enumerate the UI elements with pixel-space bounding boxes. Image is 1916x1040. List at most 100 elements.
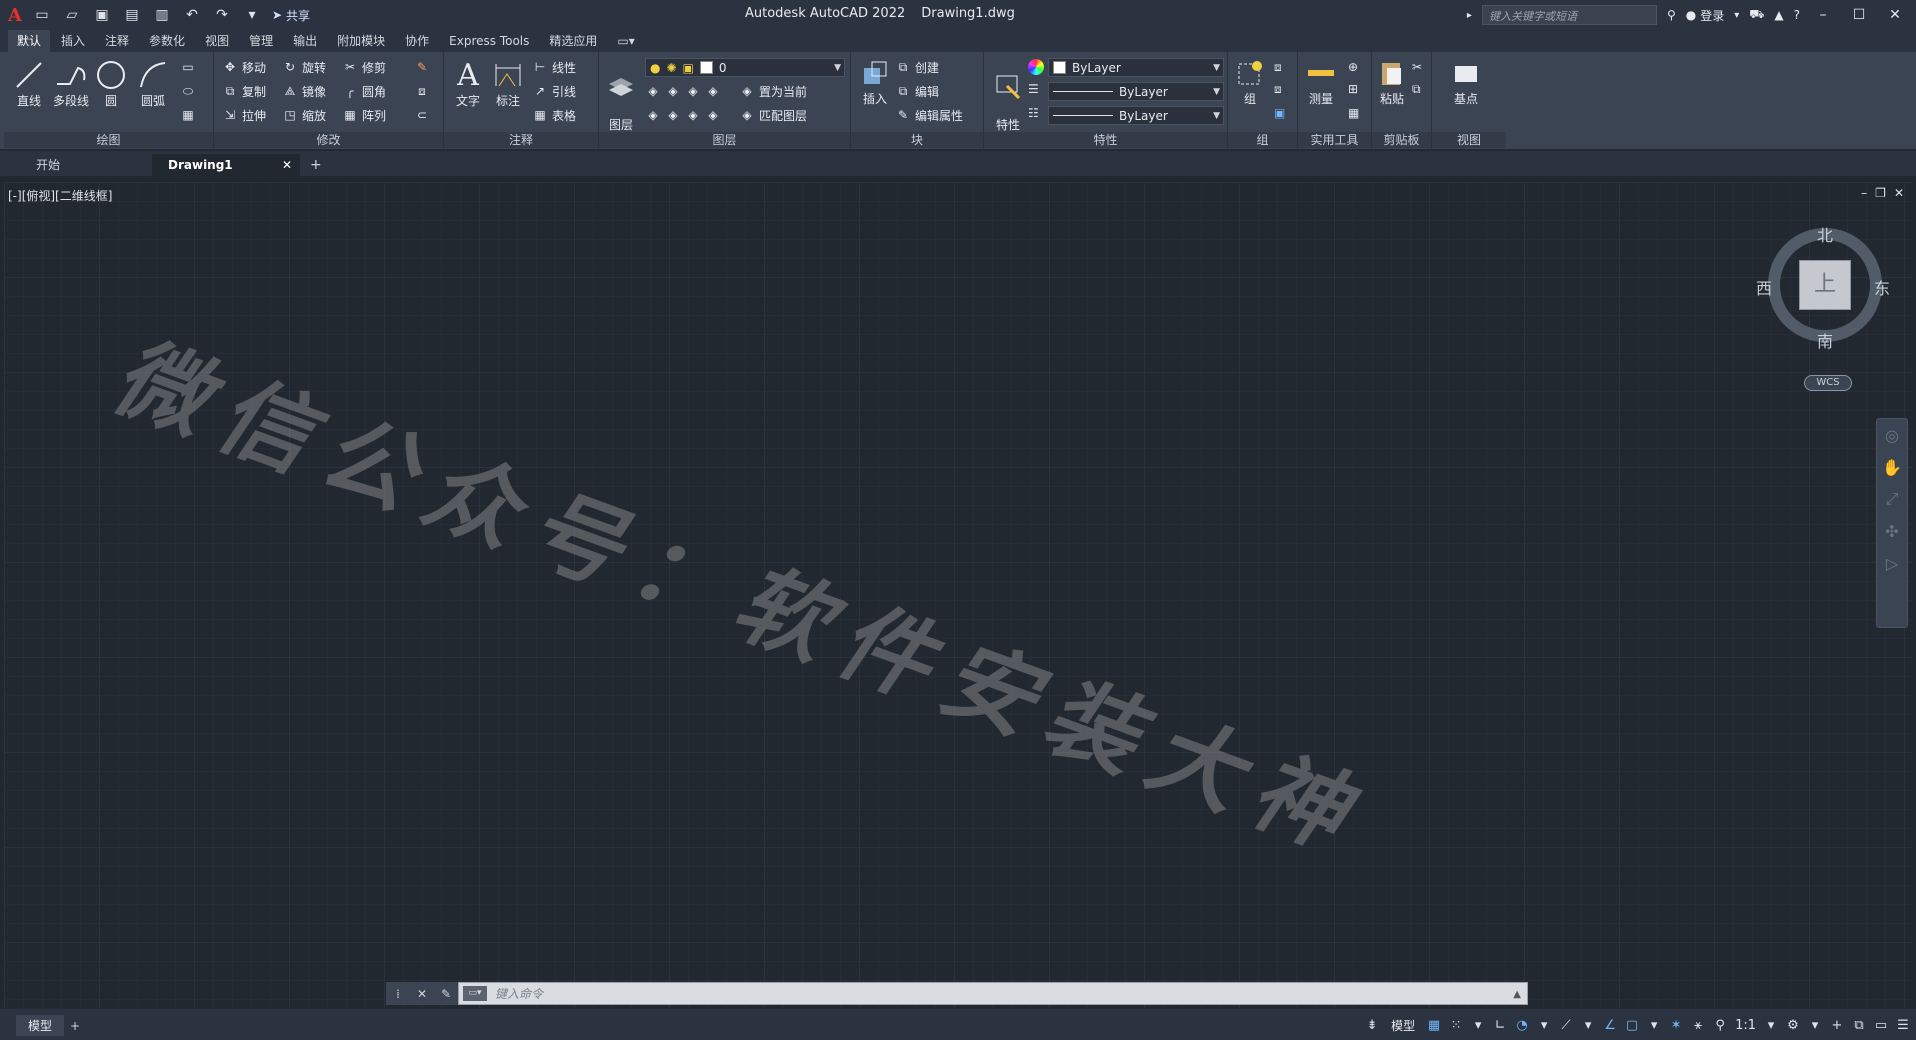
compass-south[interactable]: 南	[1817, 328, 1833, 352]
insert-block-button[interactable]: 插入	[855, 56, 895, 107]
snap-dropdown-icon[interactable]: ▾	[1469, 1014, 1487, 1036]
close-icon[interactable]: ✕	[282, 154, 292, 176]
steering-wheel-icon[interactable]: ◎	[1877, 419, 1907, 451]
panel-draw-title[interactable]: 绘图	[4, 132, 213, 148]
compass-north[interactable]: 北	[1817, 222, 1833, 246]
minimize-button[interactable]: –	[1810, 0, 1836, 30]
command-close-icon[interactable]: ✕	[410, 982, 434, 1005]
isodraft-icon[interactable]: ⟋	[1557, 1014, 1575, 1036]
layer-isolate-icon[interactable]: ◈	[665, 83, 681, 99]
hatch-button[interactable]: ⬭	[180, 82, 196, 100]
workspace-dropdown-icon[interactable]: ▾	[1806, 1014, 1824, 1036]
measure-button[interactable]: 测量	[1300, 56, 1342, 107]
cut-icon[interactable]: ✂	[1412, 60, 1422, 74]
circle-button[interactable]: 圆	[92, 58, 130, 109]
scale-button[interactable]: ◳ 缩放	[282, 106, 326, 124]
polar-dropdown-icon[interactable]: ▾	[1535, 1014, 1553, 1036]
search-chevron-icon[interactable]: ▸	[1467, 10, 1472, 21]
model-space-button[interactable]: 模型	[1385, 1014, 1421, 1036]
save-icon[interactable]: ▣	[92, 5, 112, 25]
lineweight-dropdown[interactable]: ByLayer ▼	[1048, 106, 1224, 125]
id-point-icon[interactable]: ⊕	[1348, 60, 1358, 74]
stretch-button[interactable]: ⇲ 拉伸	[222, 106, 266, 124]
quick-select-icon[interactable]: ⊞	[1348, 82, 1358, 96]
tab-addins[interactable]: 附加模块	[328, 30, 394, 52]
viewport-minimize-button[interactable]: –	[1861, 186, 1867, 200]
maximize-button[interactable]: ☐	[1846, 0, 1872, 30]
clean-screen-icon[interactable]: ▭	[1872, 1014, 1890, 1036]
compass-west[interactable]: 西	[1756, 275, 1772, 299]
search-icon[interactable]: ⚲	[1667, 8, 1676, 22]
linear-dim-button[interactable]: ⊢ 线性	[532, 58, 576, 76]
tab-view[interactable]: 视图	[196, 30, 238, 52]
create-block-button[interactable]: ⧉ 创建	[895, 58, 939, 76]
base-view-button[interactable]: 基点	[1446, 56, 1486, 107]
auto-scale-icon[interactable]: ⚹	[1689, 1014, 1707, 1036]
offset-button[interactable]: ⊂	[414, 106, 430, 124]
edit-attributes-button[interactable]: ✎ 编辑属性	[895, 106, 963, 124]
plot-icon[interactable]: ▥	[152, 5, 172, 25]
tab-featured-apps[interactable]: 精选应用	[540, 30, 606, 52]
grid-icon[interactable]: ▦	[1425, 1014, 1443, 1036]
panel-utilities-title[interactable]: 实用工具	[1298, 132, 1371, 148]
pan-icon[interactable]: ✋	[1877, 451, 1907, 483]
leader-button[interactable]: ↗ 引线	[532, 82, 576, 100]
text-button[interactable]: A 文字	[448, 58, 488, 109]
isolate-objects-icon[interactable]: ⧉	[1850, 1014, 1868, 1036]
copy-button[interactable]: ⧉ 复制	[222, 82, 266, 100]
object-snap-tracking-icon[interactable]: ∠	[1601, 1014, 1619, 1036]
command-customize-icon[interactable]: ✎	[434, 982, 458, 1005]
open-file-icon[interactable]: ▱	[62, 5, 82, 25]
edit-block-button[interactable]: ⧉ 编辑	[895, 82, 939, 100]
layer-thaw-icon[interactable]: ◈	[665, 107, 681, 123]
panel-block-title[interactable]: 块	[851, 132, 983, 148]
tab-insert[interactable]: 插入	[52, 30, 94, 52]
fillet-button[interactable]: ╭ 圆角	[342, 82, 386, 100]
dropdown-icon[interactable]: ▾	[1734, 10, 1739, 21]
dimension-button[interactable]: 标注	[488, 58, 528, 109]
ribbon-options-icon[interactable]: ▭▾	[608, 30, 643, 52]
linetype-dropdown[interactable]: ByLayer ▼	[1048, 82, 1224, 101]
tab-drawing1[interactable]: Drawing1 ✕	[152, 154, 300, 176]
annotation-visibility-icon[interactable]: ✶	[1667, 1014, 1685, 1036]
ortho-icon[interactable]: ∟	[1491, 1014, 1509, 1036]
trim-button[interactable]: ✂ 修剪	[342, 58, 386, 76]
layer-freeze2-icon[interactable]: ◈	[685, 83, 701, 99]
new-tab-button[interactable]: +	[302, 154, 330, 176]
line-button[interactable]: 直线	[8, 58, 50, 109]
group-edit-icon[interactable]: ⧈	[1274, 82, 1282, 97]
erase-button[interactable]: ✎	[414, 58, 430, 76]
polyline-button[interactable]: 多段线	[48, 58, 94, 109]
redo-icon[interactable]: ↷	[212, 5, 232, 25]
paste-button[interactable]: 粘贴	[1374, 56, 1410, 107]
viewport-close-button[interactable]: ✕	[1894, 186, 1904, 200]
viewport-controls-label[interactable]: [-][俯视][二维线框]	[8, 187, 112, 204]
layer-on2-icon[interactable]: ◈	[645, 107, 661, 123]
orbit-icon[interactable]: ✣	[1877, 515, 1907, 547]
zoom-extents-icon[interactable]: ⤢	[1877, 483, 1907, 515]
app-menu-button[interactable]: A	[8, 5, 22, 26]
panel-clipboard-title[interactable]: 剪贴板	[1372, 132, 1431, 148]
share-button[interactable]: ➤ 共享	[272, 7, 310, 24]
undo-icon[interactable]: ↶	[182, 5, 202, 25]
object-snap-icon[interactable]: ▢	[1623, 1014, 1641, 1036]
panel-view-title[interactable]: 视图	[1432, 132, 1506, 148]
compass-east[interactable]: 东	[1874, 275, 1890, 299]
autodesk-icon[interactable]: ▲	[1774, 8, 1783, 22]
drawing-canvas[interactable]: [-][俯视][二维线框] – ❐ ✕ 微信公众号：软件安装大神 上 北 南 东…	[4, 182, 1912, 1008]
color-dropdown[interactable]: ByLayer ▼	[1048, 58, 1224, 77]
rotate-button[interactable]: ↻ 旋转	[282, 58, 326, 76]
table-button[interactable]: ▦ 表格	[532, 106, 576, 124]
tab-express-tools[interactable]: Express Tools	[440, 30, 538, 52]
copy-clip-icon[interactable]: ⧉	[1412, 82, 1421, 97]
panel-annotation-title[interactable]: 注释	[444, 132, 598, 148]
layer-lock2-icon[interactable]: ◈	[705, 83, 721, 99]
move-button[interactable]: ✥ 移动	[222, 58, 266, 76]
tab-output[interactable]: 输出	[284, 30, 326, 52]
layer-off-icon[interactable]: ◈	[645, 83, 661, 99]
lineweight-icon[interactable]: ☷	[1028, 106, 1039, 120]
layer-unlock-icon[interactable]: ◈	[685, 107, 701, 123]
snap-icon[interactable]: ⁙	[1447, 1014, 1465, 1036]
workspace-gear-icon[interactable]: ⚙	[1784, 1014, 1802, 1036]
tab-parametric[interactable]: 参数化	[140, 30, 194, 52]
